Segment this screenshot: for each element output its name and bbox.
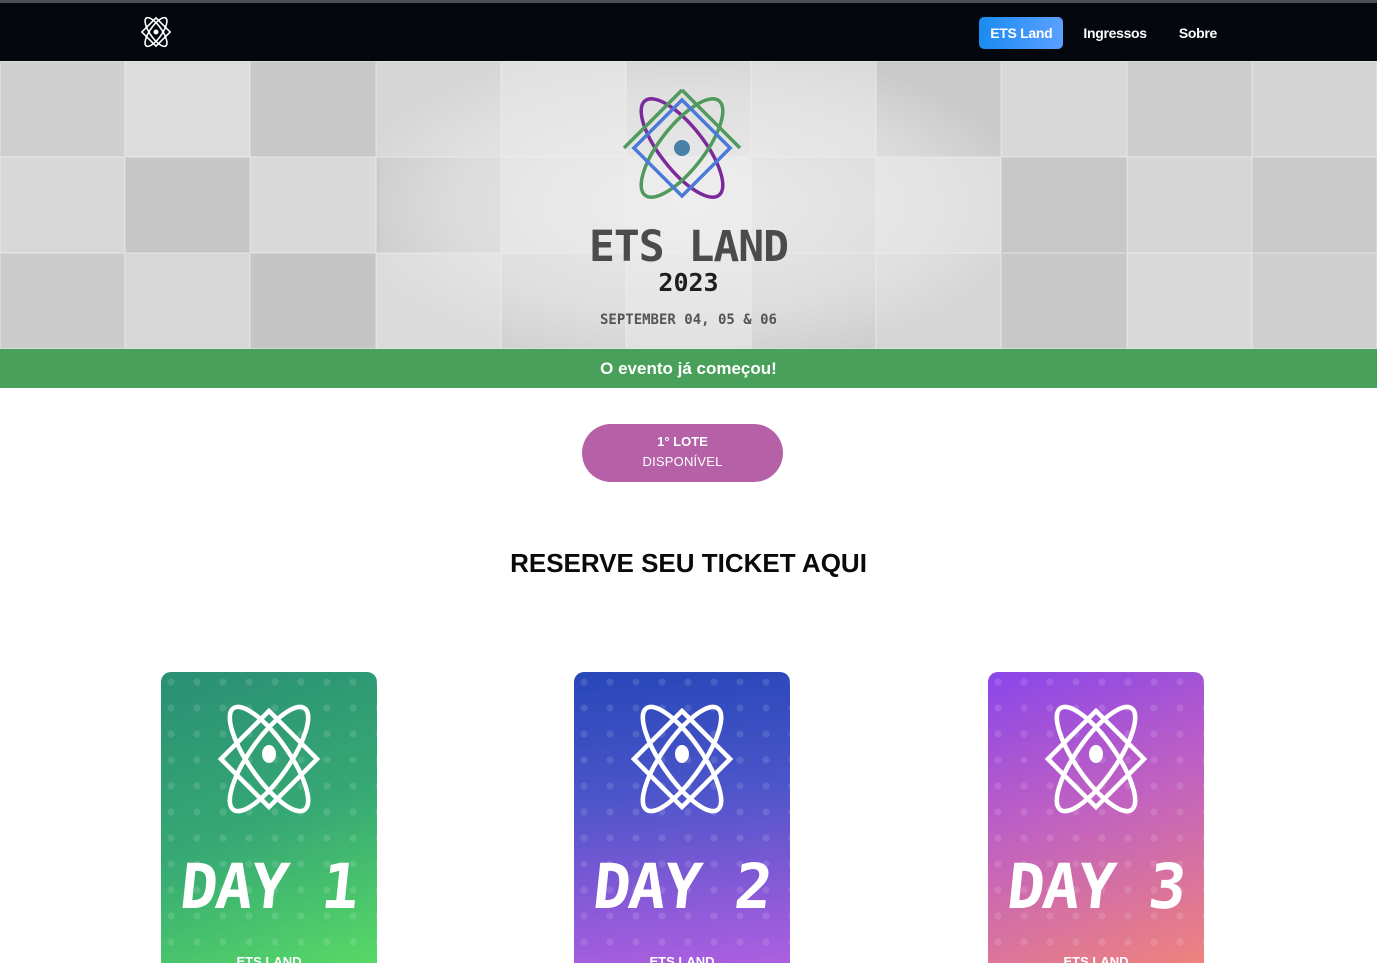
ticket-subtitle: ETS LAND [1063,954,1129,963]
navbar: ETS Land Ingressos Sobre [0,3,1377,61]
atom-icon[interactable] [138,13,174,51]
atom-icon [209,694,329,824]
lote-available-button[interactable]: 1° LOTE DISPONÍVEL [582,424,783,482]
lote-number: 1° LOTE [657,434,708,449]
hero-date: SEPTEMBER 04, 05 & 06 [599,312,777,328]
hero-year: 2023 [658,268,719,297]
ticket-day-label: DAY 3 [1003,850,1189,923]
tickets-section-title: RESERVE SEU TICKET AQUI [510,548,867,578]
atom-icon [622,694,742,824]
nav-link-ingressos[interactable]: Ingressos [1071,17,1158,49]
atom-icon [1036,694,1156,824]
ticket-day-label: DAY 1 [176,850,362,923]
ticket-card-day-1[interactable]: DAY 1 ETS LAND [161,672,377,963]
nav-links: ETS Land Ingressos Sobre [979,17,1229,49]
ticket-subtitle: ETS LAND [236,954,302,963]
ticket-card-day-2[interactable]: DAY 2 ETS LAND [574,672,790,963]
lote-status: DISPONÍVEL [642,454,723,469]
ticket-card-day-3[interactable]: DAY 3 ETS LAND [988,672,1204,963]
nav-link-sobre[interactable]: Sobre [1167,17,1229,49]
hero-title: ETS LAND [588,222,789,272]
nav-link-ets-land[interactable]: ETS Land [979,17,1064,49]
atom-logo-icon [620,88,745,213]
ticket-subtitle: ETS LAND [649,954,715,963]
ticket-day-label: DAY 2 [589,850,775,923]
hero-section: ETS LAND 2023 SEPTEMBER 04, 05 & 06 [0,61,1377,349]
event-started-banner: O evento já começou! [0,349,1377,388]
